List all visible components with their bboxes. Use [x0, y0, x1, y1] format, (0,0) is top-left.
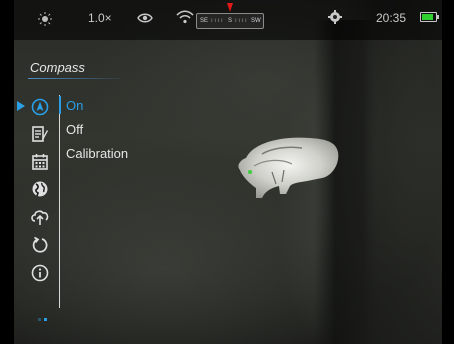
- settings-gear-icon: [328, 10, 342, 24]
- thermal-viewport: [14, 0, 442, 344]
- option-on[interactable]: On: [66, 98, 83, 113]
- compass-menu-item[interactable]: [26, 96, 54, 118]
- compass-label-center: S: [228, 18, 233, 24]
- compass-label-right: SW: [251, 18, 261, 24]
- calendar-icon: [32, 154, 48, 170]
- reset-menu-item[interactable]: [26, 234, 54, 256]
- menu-divider: [59, 95, 60, 308]
- clock: 20:35: [376, 11, 407, 25]
- selection-pointer-icon: [17, 101, 25, 111]
- battery-level-fill: [422, 14, 433, 20]
- calendar-menu-item[interactable]: [26, 151, 54, 173]
- reset-icon: [32, 236, 48, 253]
- compass-ticks: ı ı ı ı: [235, 18, 247, 24]
- menu-title: Compass: [30, 60, 85, 75]
- notes-menu-item[interactable]: [26, 123, 54, 145]
- cloud-upload-menu-item[interactable]: [26, 206, 54, 228]
- compass-label-left: SE: [200, 18, 209, 24]
- menu-divider-active-marker: [59, 96, 61, 114]
- info-menu-item[interactable]: [26, 262, 54, 284]
- compass-needle-icon: [227, 3, 233, 12]
- zoom-level: 1.0×: [88, 11, 112, 25]
- compass-tape: SE ı ı ı ı S ı ı ı ı SW: [196, 13, 264, 29]
- option-calibration[interactable]: Calibration: [66, 146, 128, 161]
- globe-menu-item[interactable]: [26, 178, 54, 200]
- battery-icon: [420, 12, 439, 22]
- tree-trunk-background: [344, 0, 442, 344]
- compass-ticks: ı ı ı ı: [211, 18, 223, 24]
- option-off[interactable]: Off: [66, 122, 83, 137]
- thermal-boar-image: [238, 137, 339, 198]
- cloud-upload-icon: [31, 210, 49, 225]
- info-icon: [31, 264, 49, 282]
- menu-title-underline: [28, 78, 120, 79]
- compass-heading-strip: SE ı ı ı ı S ı ı ı ı SW: [190, 3, 268, 29]
- brightness-icon: [38, 12, 52, 26]
- compass-icon: [31, 98, 49, 116]
- page-dot-active: [44, 318, 47, 321]
- eye-icon: [137, 12, 153, 24]
- globe-icon: [32, 181, 48, 197]
- page-dot: [38, 318, 41, 321]
- notes-icon: [32, 126, 48, 142]
